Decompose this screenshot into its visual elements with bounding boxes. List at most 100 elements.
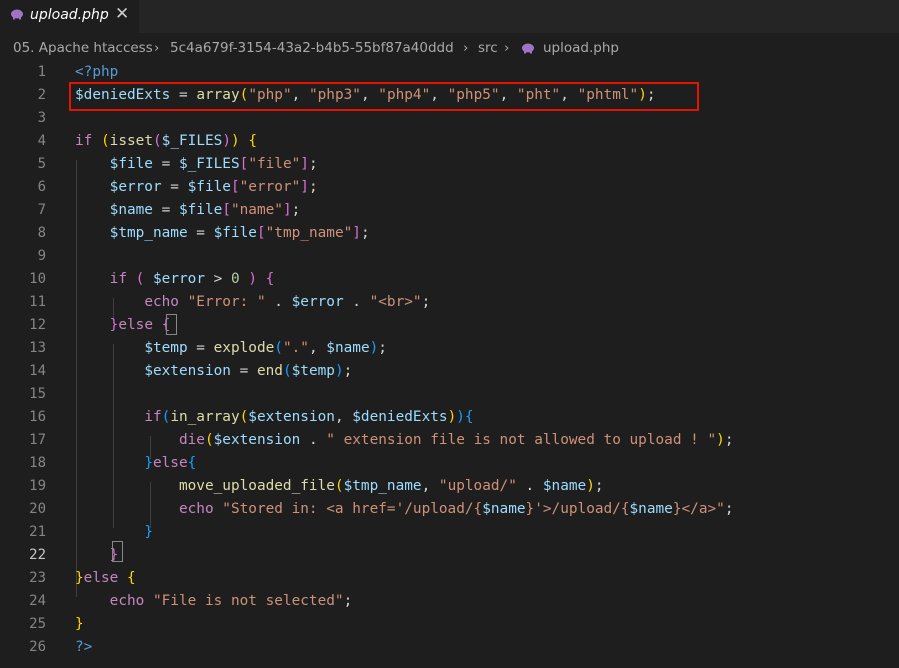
- code-line[interactable]: 26 ?>: [0, 636, 899, 659]
- code-token: $_FILES: [178, 156, 240, 172]
- code-token: ;: [343, 593, 353, 609]
- code-token: =: [230, 363, 257, 379]
- line-number: 12: [29, 317, 46, 333]
- code-line[interactable]: 24 echo "File is not selected";: [0, 590, 899, 613]
- code-token: ): [369, 340, 379, 356]
- line-number: 13: [29, 340, 46, 356]
- breadcrumb-item-folder[interactable]: 05. Apache htaccess: [13, 40, 153, 56]
- code-token: (: [204, 432, 214, 448]
- code-token: [: [222, 202, 231, 218]
- code-token: .: [516, 478, 543, 494]
- code-token: $name: [482, 501, 526, 517]
- code-token: ;: [343, 363, 353, 379]
- breadcrumb-item-guid[interactable]: 5c4a679f-3154-43a2-b4b5-55bf87a40ddd: [170, 40, 454, 56]
- code-text: <?php: [75, 61, 118, 84]
- line-number: 17: [29, 432, 46, 448]
- code-token: (: [153, 133, 162, 149]
- code-line[interactable]: 5 $file = $_FILES["file"];: [0, 153, 899, 176]
- code-token: }: [144, 455, 153, 471]
- code-token: "File is not selected": [152, 593, 344, 609]
- code-token: $name: [326, 340, 370, 356]
- code-token: (: [101, 133, 110, 149]
- code-token: ]: [282, 202, 292, 218]
- code-token: =: [152, 202, 179, 218]
- code-token: $name: [109, 202, 153, 218]
- code-line[interactable]: 25}: [0, 613, 899, 636]
- code-line[interactable]: 21 }: [0, 521, 899, 544]
- code-token: =: [161, 179, 188, 195]
- code-token: $error: [109, 179, 162, 195]
- code-line[interactable]: 20 echo "Stored in: <a href='/upload/{$n…: [0, 498, 899, 521]
- code-token: 0: [230, 271, 240, 287]
- code-token: isset: [109, 133, 153, 149]
- bracket-match-box: [166, 314, 177, 335]
- code-token: else: [83, 570, 119, 586]
- code-token: echo: [109, 593, 145, 609]
- line-number: 9: [37, 248, 46, 264]
- code-token: .: [300, 432, 327, 448]
- code-line[interactable]: 11 echo "Error: " . $error . "<br>";: [0, 291, 899, 314]
- code-token: $name: [542, 478, 587, 494]
- code-token: ,: [421, 478, 439, 494]
- code-token: die: [178, 432, 205, 448]
- line-number: 15: [29, 386, 46, 402]
- code-text: $file = $_FILES["file"];: [75, 153, 318, 176]
- code-line[interactable]: 10 if ( $error > 0 ) {: [0, 268, 899, 291]
- code-line[interactable]: 14 $extension = end($temp);: [0, 360, 899, 383]
- code-token: $extension: [248, 409, 335, 425]
- line-number: 3: [37, 110, 46, 126]
- code-line[interactable]: 16 if(in_array($extension, $deniedExts))…: [0, 406, 899, 429]
- breadcrumb-item-file[interactable]: upload.php: [543, 40, 619, 56]
- code-line[interactable]: 15: [0, 383, 899, 406]
- code-token: $tmp_name: [343, 478, 422, 494]
- close-icon[interactable]: ✕: [115, 4, 129, 24]
- code-token: }: [75, 616, 84, 632]
- code-line[interactable]: 9: [0, 245, 899, 268]
- code-line[interactable]: 18 }else{: [0, 452, 899, 475]
- php-elephant-icon: [522, 43, 534, 54]
- code-line[interactable]: 7 $name = $file["name"];: [0, 199, 899, 222]
- code-token: ): [334, 363, 344, 379]
- code-line[interactable]: 6 $error = $file["error"];: [0, 176, 899, 199]
- code-line[interactable]: 8 $tmp_name = $file["tmp_name"];: [0, 222, 899, 245]
- code-text: }else {: [75, 314, 171, 337]
- code-token: if: [109, 271, 127, 287]
- code-token: ,: [334, 409, 353, 425]
- code-token: ;: [724, 501, 734, 517]
- line-number: 7: [37, 202, 46, 218]
- code-text: echo "Error: " . $error . "<br>";: [75, 291, 430, 314]
- code-token: $file: [109, 156, 153, 172]
- code-token: ): [586, 478, 595, 494]
- code-line[interactable]: 19 move_uploaded_file($tmp_name, "upload…: [0, 475, 899, 498]
- code-line[interactable]: 13 $temp = explode(".", $name);: [0, 337, 899, 360]
- code-line[interactable]: 1 <?php: [0, 61, 899, 84]
- code-token: ): [222, 133, 231, 149]
- code-token: $file: [178, 202, 223, 218]
- code-line[interactable]: 17 die($extension . " extension file is …: [0, 429, 899, 452]
- code-token: {: [187, 455, 197, 471]
- code-token: "Error: ": [187, 294, 266, 310]
- line-number: 1: [37, 64, 46, 80]
- code-line[interactable]: 22 }: [0, 544, 899, 567]
- code-line[interactable]: 23}else {: [0, 567, 899, 590]
- code-token: "upload/": [438, 478, 517, 494]
- breadcrumb-item-src[interactable]: src: [478, 40, 498, 56]
- code-text: $error = $file["error"];: [75, 176, 318, 199]
- line-number: 2: [37, 87, 46, 103]
- code-text: }: [75, 613, 84, 636]
- tab-upload-php[interactable]: upload.php ✕: [0, 0, 139, 33]
- code-token: echo: [178, 501, 214, 517]
- code-text: $extension = end($temp);: [75, 360, 352, 383]
- code-token: .: [265, 294, 292, 310]
- code-token: $name: [629, 501, 673, 517]
- code-line[interactable]: 12 }else {: [0, 314, 899, 337]
- code-token: in_array: [170, 409, 240, 425]
- code-line[interactable]: 4 if (isset($_FILES)) {: [0, 130, 899, 153]
